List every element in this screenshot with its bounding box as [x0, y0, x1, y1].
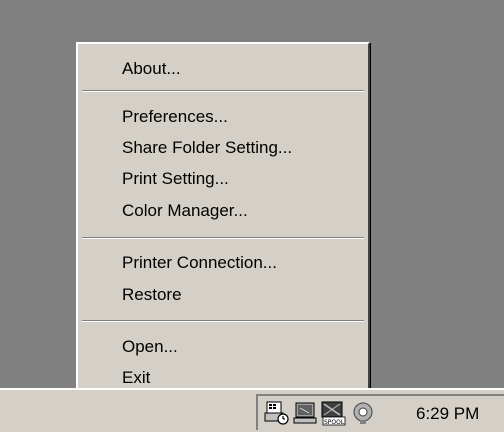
spool-icon[interactable]: SPOOL: [320, 400, 346, 426]
menu-item-color-manager[interactable]: Color Manager...: [122, 198, 248, 224]
printer-status-icon[interactable]: [264, 400, 290, 426]
menu-separator: [82, 320, 364, 322]
menu-item-open[interactable]: Open...: [122, 334, 178, 360]
menu-item-restore[interactable]: Restore: [122, 282, 182, 308]
menu-separator: [82, 237, 364, 239]
menu-item-printer-connection[interactable]: Printer Connection...: [122, 250, 277, 276]
spool-icon-label: SPOOL: [324, 419, 345, 426]
system-tray: SPOOL 6:29 PM: [256, 394, 504, 430]
tray-clock[interactable]: 6:29 PM: [416, 404, 479, 424]
menu-separator: [82, 90, 364, 92]
menu-item-about[interactable]: About...: [122, 56, 181, 82]
menu-item-print-setting[interactable]: Print Setting...: [122, 166, 229, 192]
tray-context-menu: About... Preferences... Share Folder Set…: [76, 42, 370, 398]
taskbar: SPOOL 6:29 PM: [0, 388, 504, 432]
speaker-icon[interactable]: [350, 400, 376, 426]
network-computer-icon[interactable]: [292, 400, 318, 426]
menu-item-preferences[interactable]: Preferences...: [122, 104, 228, 130]
menu-item-share-folder-setting[interactable]: Share Folder Setting...: [122, 135, 292, 161]
